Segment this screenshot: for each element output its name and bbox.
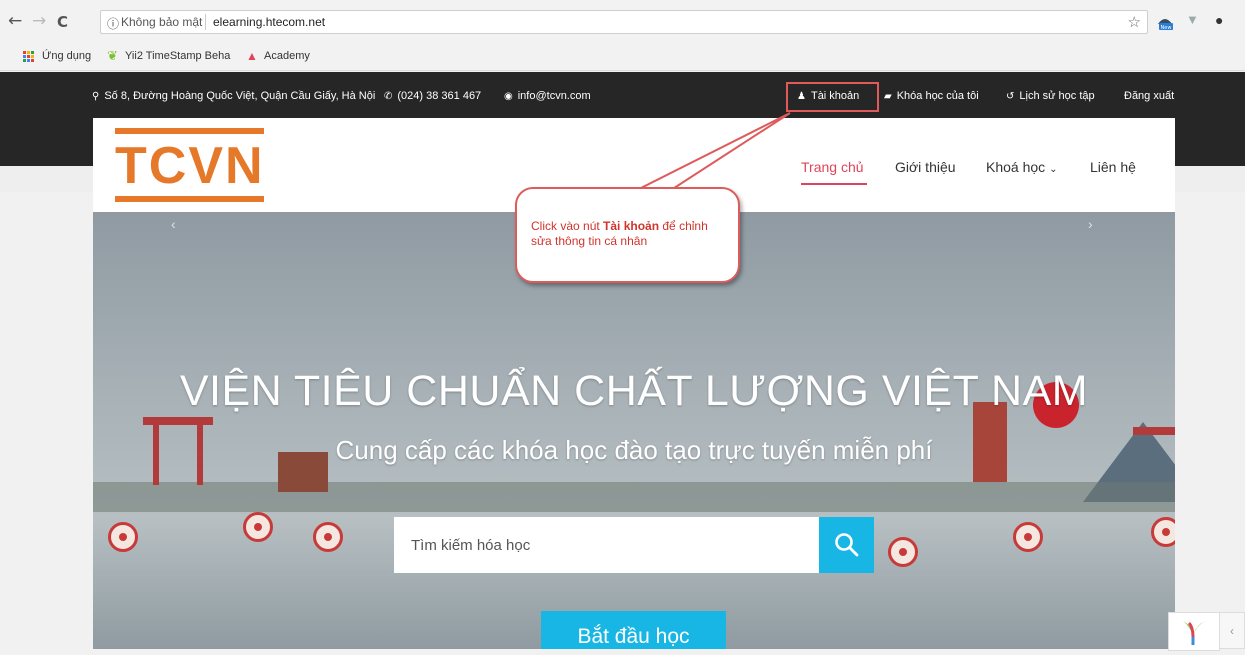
slider-prev-icon[interactable]: ‹ xyxy=(171,216,176,232)
topbar-email[interactable]: ◉ info@tcvn.com xyxy=(504,90,591,102)
info-icon[interactable]: ⓘ xyxy=(107,15,119,32)
plum-flower-decoration xyxy=(888,537,918,567)
nav-courses-label: Khoá học xyxy=(986,159,1046,175)
search-button[interactable] xyxy=(819,517,874,573)
browser-toolbar: ← → C ⓘ Không bảo mật elearning.htecom.n… xyxy=(0,0,1245,44)
ground-decoration xyxy=(93,482,1175,512)
plum-flower-decoration xyxy=(313,522,343,552)
reload-button[interactable]: C xyxy=(57,13,68,31)
nav-courses[interactable]: Khoá học ⌄ xyxy=(986,159,1057,175)
nav-about[interactable]: Giới thiệu xyxy=(895,159,956,175)
hero-subtitle: Cung cấp các khóa học đào tạo trực tuyến… xyxy=(335,435,933,465)
yii-toolbar-toggle[interactable]: ‹ xyxy=(1219,612,1245,649)
logout-link[interactable]: Đăng xuất xyxy=(1124,90,1174,102)
logo-text: TCVN xyxy=(115,137,265,195)
nav-active-underline xyxy=(801,183,867,185)
email-text[interactable]: info@tcvn.com xyxy=(518,90,591,102)
bookmark-yii2[interactable]: Yii2 TimeStamp Beha xyxy=(125,50,230,62)
slider-next-icon[interactable]: › xyxy=(1088,216,1093,232)
apps-grid-icon[interactable] xyxy=(23,51,35,63)
url-text[interactable]: elearning.htecom.net xyxy=(213,15,325,29)
address-bar[interactable]: ⓘ Không bảo mật elearning.htecom.net ☆ xyxy=(100,10,1148,34)
yii-bookmark-icon: ❦ xyxy=(107,48,118,63)
phone-text: (024) 38 361 467 xyxy=(397,90,482,102)
email-icon: ◉ xyxy=(504,91,513,102)
history-icon: ↺ xyxy=(1006,91,1015,102)
svg-text:New: New xyxy=(1161,25,1172,31)
search-icon xyxy=(835,533,859,557)
plum-flower-decoration xyxy=(1151,517,1175,547)
chevron-down-icon: ⌄ xyxy=(1049,164,1058,175)
torii-gate-decoration xyxy=(143,417,213,425)
bookmark-star-icon[interactable]: ☆ xyxy=(1128,13,1141,31)
plum-flower-decoration xyxy=(1013,522,1043,552)
logo-bar-top xyxy=(115,128,264,134)
back-button[interactable]: ← xyxy=(8,12,22,30)
plum-flower-decoration xyxy=(108,522,138,552)
callout-text: Click vào nút Tài khoản để chỉnh sửa thô… xyxy=(531,219,726,249)
my-courses-label[interactable]: Khóa học của tôi xyxy=(897,90,979,102)
topbar-phone: ✆ (024) 38 361 467 xyxy=(384,90,481,102)
bookmarks-bar: Ứng dụng ❦ Yii2 TimeStamp Beha ▲ Academy xyxy=(0,44,1245,71)
academy-bookmark-icon: ▲ xyxy=(246,49,258,63)
history-link[interactable]: ↺ Lịch sử học tập xyxy=(1006,90,1095,102)
account-highlight-box xyxy=(786,82,879,112)
bookmark-academy[interactable]: Academy xyxy=(264,50,310,62)
hero-title: VIỆN TIÊU CHUẨN CHẤT LƯỢNG VIỆT NAM xyxy=(179,367,1089,415)
forward-button[interactable]: → xyxy=(32,12,46,30)
security-label: Không bảo mật xyxy=(121,15,203,29)
torii-right-decoration xyxy=(1133,427,1175,435)
location-icon: ⚲ xyxy=(92,91,100,102)
callout-text-bold: Tài khoản xyxy=(603,219,660,233)
tcvn-logo[interactable]: TCVN xyxy=(115,128,264,202)
yii-logo-icon xyxy=(1183,621,1205,645)
logo-bar-bottom xyxy=(115,196,264,202)
address-text: Số 8, Đường Hoàng Quốc Việt, Quận Cầu Gi… xyxy=(104,90,376,102)
bookmark-apps[interactable]: Ứng dụng xyxy=(42,50,91,62)
plum-flower-decoration xyxy=(243,512,273,542)
extension-v-icon[interactable]: ▼ xyxy=(1186,12,1199,27)
topbar-address: ⚲ Số 8, Đường Hoàng Quốc Việt, Quận Cầu G… xyxy=(92,90,375,102)
my-courses-link[interactable]: ▰ Khóa học của tôi xyxy=(884,90,979,102)
start-learning-button[interactable]: Bắt đầu học xyxy=(541,611,726,649)
extension-bird-icon[interactable]: ● xyxy=(1215,12,1223,28)
yii-debug-toolbar[interactable] xyxy=(1168,612,1220,651)
search-placeholder: Tìm kiếm hóa học xyxy=(411,537,531,554)
course-search-input[interactable]: Tìm kiếm hóa học xyxy=(394,517,819,573)
instruction-callout: Click vào nút Tài khoản để chỉnh sửa thô… xyxy=(515,187,740,283)
extension-new-icon[interactable]: New xyxy=(1156,13,1174,31)
nav-contact[interactable]: Liên hệ xyxy=(1090,159,1136,175)
callout-text-pre: Click vào nút xyxy=(531,219,604,233)
book-icon: ▰ xyxy=(884,91,892,102)
address-separator xyxy=(205,14,206,30)
phone-icon: ✆ xyxy=(384,91,393,102)
nav-home[interactable]: Trang chủ xyxy=(801,159,864,175)
history-label[interactable]: Lịch sử học tập xyxy=(1019,90,1094,102)
